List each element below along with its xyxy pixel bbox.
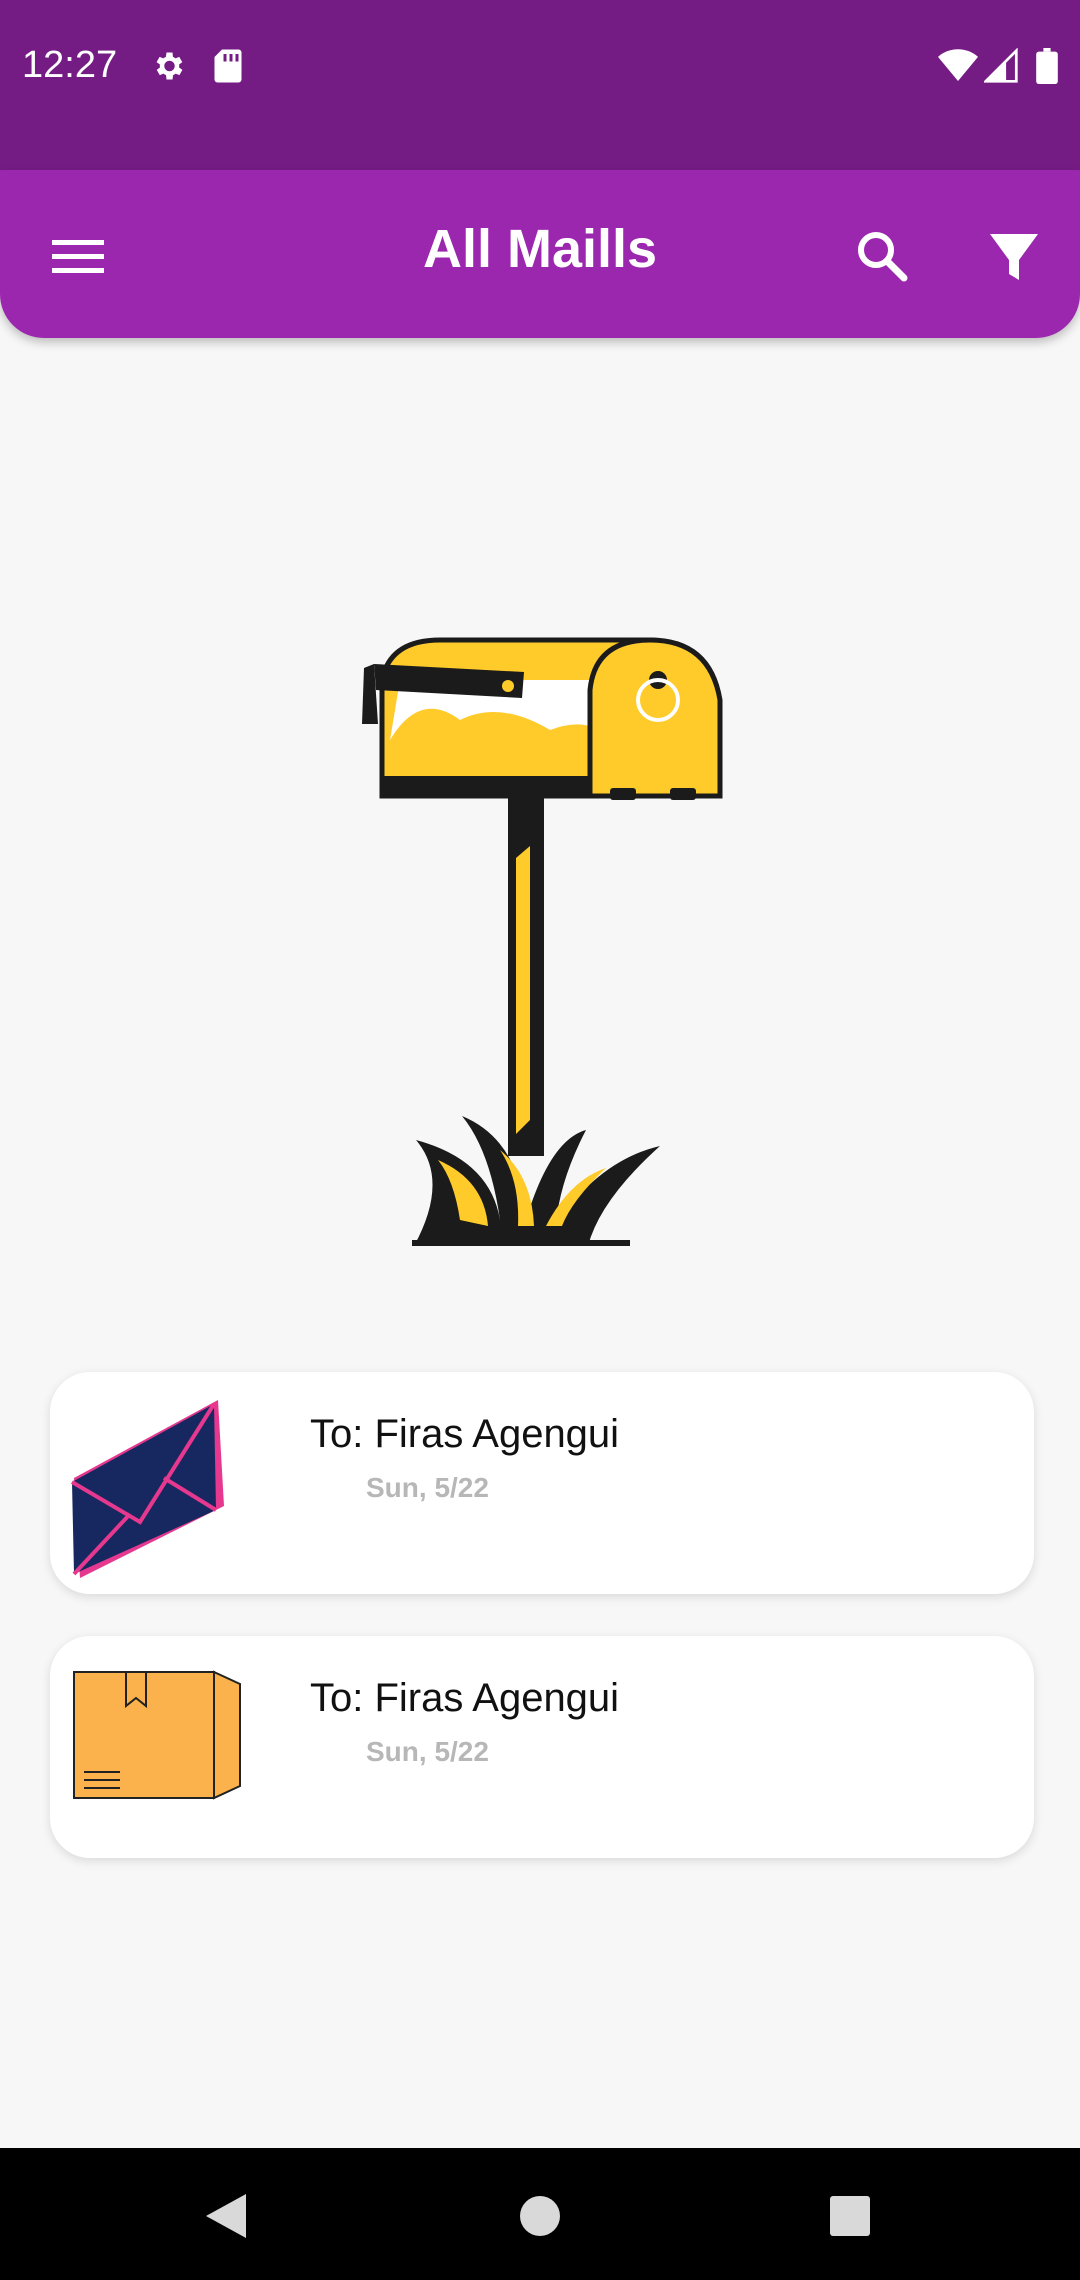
filter-icon[interactable] [974, 216, 1054, 296]
wifi-icon [938, 48, 978, 89]
mail-date: Sun, 5/22 [366, 1736, 489, 1767]
search-icon[interactable] [842, 216, 922, 296]
sd-card-icon [212, 48, 244, 89]
home-icon[interactable] [510, 2186, 570, 2246]
mail-date: Sun, 5/22 [366, 1472, 489, 1503]
recents-icon[interactable] [820, 2186, 880, 2246]
mail-recipient: To: Firas Agengui [310, 1412, 620, 1456]
mail-card[interactable]: To: Firas Agengui Sun, 5/22 [50, 1372, 1034, 1594]
mailbox-illustration [350, 620, 730, 1265]
signal-icon [982, 47, 1018, 89]
package-icon [70, 1662, 246, 1807]
app-bar: All Maills [0, 170, 1080, 338]
envelope-icon [70, 1398, 230, 1587]
back-icon[interactable] [196, 2186, 256, 2246]
status-bar: 12:27 [0, 0, 1080, 170]
mail-card[interactable]: To: Firas Agengui Sun, 5/22 [50, 1636, 1034, 1858]
battery-icon [1036, 48, 1058, 89]
gear-icon [150, 48, 186, 89]
navigation-bar [0, 2148, 1080, 2280]
status-time: 12:27 [22, 44, 118, 86]
mail-recipient: To: Firas Agengui [310, 1676, 620, 1720]
